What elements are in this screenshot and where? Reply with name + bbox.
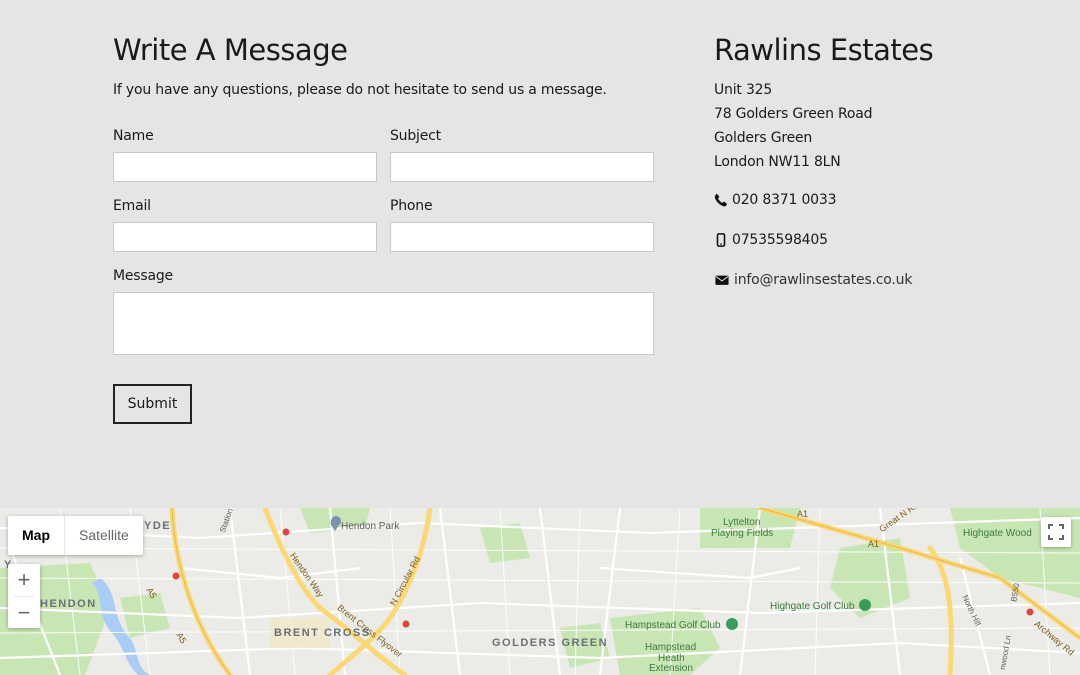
map-label: Playing Fields xyxy=(711,528,774,539)
zoom-in-button[interactable]: + xyxy=(8,564,40,596)
address-line: 78 Golders Green Road xyxy=(714,106,873,122)
email-input[interactable] xyxy=(114,223,376,251)
address-line: Unit 325 xyxy=(714,82,773,98)
email-line: info@rawlinsestates.co.uk xyxy=(714,270,1044,290)
form-title: Write A Message xyxy=(113,33,348,67)
map-type-control: Map Satellite xyxy=(8,516,143,555)
message-label: Message xyxy=(113,268,173,284)
map-label: A1 xyxy=(797,509,809,519)
map-label: Extension xyxy=(649,663,693,674)
submit-button[interactable]: Submit xyxy=(113,384,192,424)
phone-label: Phone xyxy=(390,198,433,214)
form-intro: If you have any questions, please do not… xyxy=(113,82,607,98)
map-type-satellite-button[interactable]: Satellite xyxy=(64,516,143,555)
golf-pin-icon xyxy=(859,599,871,611)
envelope-icon xyxy=(715,275,729,285)
email-link[interactable]: info@rawlinsestates.co.uk xyxy=(734,272,912,288)
email-label: Email xyxy=(113,198,151,214)
map-label: BRENT CROSS xyxy=(274,627,371,639)
phone-number: 020 8371 0033 xyxy=(732,192,837,208)
phone-icon xyxy=(714,193,727,207)
phone-field-wrap xyxy=(390,222,654,252)
name-input[interactable] xyxy=(114,153,376,181)
station-marker xyxy=(1026,608,1034,616)
subject-field-wrap xyxy=(390,152,654,182)
fullscreen-button[interactable] xyxy=(1041,517,1071,547)
map-label: Highgate Golf Club xyxy=(770,601,855,612)
map-label: YDE xyxy=(144,520,172,532)
address-line: London NW11 8LN xyxy=(714,154,841,170)
message-form: Write A Message If you have any question… xyxy=(113,30,654,99)
station-marker xyxy=(282,528,290,536)
subject-label: Subject xyxy=(390,128,441,144)
phone-input[interactable] xyxy=(391,223,653,251)
zoom-out-button[interactable]: − xyxy=(8,597,40,628)
company-name: Rawlins Estates xyxy=(714,33,934,67)
contact-section: Write A Message If you have any question… xyxy=(0,0,1080,508)
name-field-wrap xyxy=(113,152,377,182)
fullscreen-icon xyxy=(1048,524,1064,540)
company-info: Rawlins Estates Unit 325 78 Golders Gree… xyxy=(714,30,1044,290)
message-textarea[interactable] xyxy=(114,293,653,354)
map-label: HENDON xyxy=(40,598,97,610)
address-line: Golders Green xyxy=(714,130,813,146)
phone-line: 020 8371 0033 xyxy=(714,190,1044,210)
map-label: Hampstead xyxy=(645,642,697,653)
map-label: Highgate Wood xyxy=(963,528,1032,539)
company-address: Unit 325 78 Golders Green Road Golders G… xyxy=(714,78,1044,174)
station-marker xyxy=(172,572,180,580)
map-tiles xyxy=(0,508,1080,675)
message-field-wrap xyxy=(113,292,654,355)
map-label: GOLDERS GREEN xyxy=(492,637,609,649)
zoom-control: + − xyxy=(8,564,40,628)
golf-pin-icon xyxy=(726,618,738,630)
station-marker xyxy=(402,620,410,628)
name-label: Name xyxy=(113,128,154,144)
mobile-number: 07535598405 xyxy=(732,232,828,248)
subject-input[interactable] xyxy=(391,153,653,181)
google-map[interactable]: Hendon Park Lyttelton Playing Fields Hig… xyxy=(0,508,1080,675)
map-label: Hampstead Golf Club xyxy=(625,620,721,631)
map-label: A1 xyxy=(868,539,880,549)
mobile-line: 07535598405 xyxy=(714,230,1044,250)
map-type-map-button[interactable]: Map xyxy=(8,516,64,555)
mobile-icon xyxy=(716,233,726,247)
email-field-wrap xyxy=(113,222,377,252)
map-label: Hendon Park xyxy=(341,521,400,532)
map-label: Lyttelton xyxy=(723,517,761,528)
